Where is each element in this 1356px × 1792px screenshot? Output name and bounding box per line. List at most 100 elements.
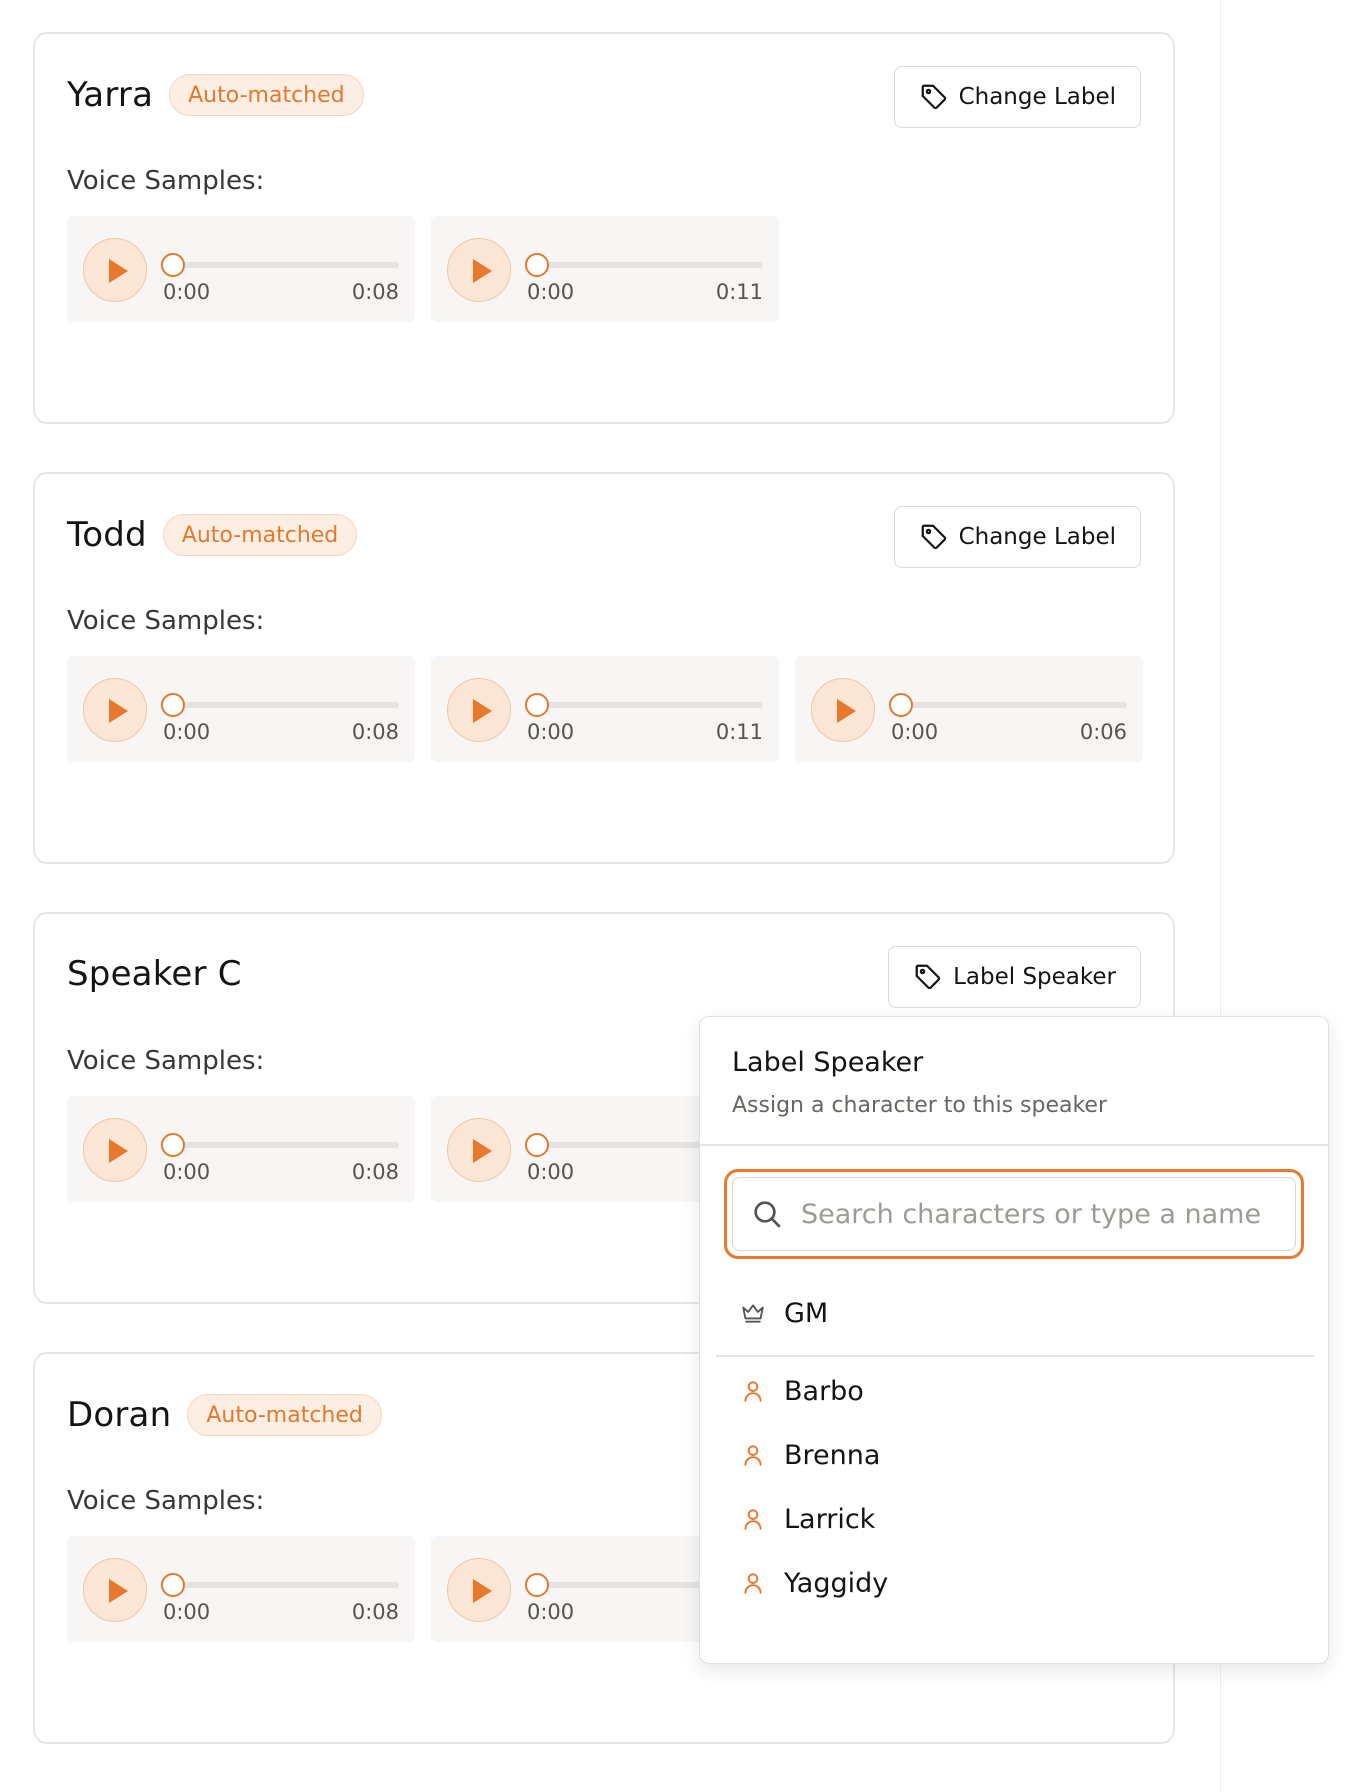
play-button[interactable] <box>447 1118 511 1182</box>
play-button[interactable] <box>83 678 147 742</box>
seek-handle[interactable] <box>889 693 913 717</box>
crown-icon <box>742 1304 764 1323</box>
audio-player: 0:00 0:06 <box>795 656 1143 762</box>
seek-track[interactable] <box>535 262 763 268</box>
seek-handle[interactable] <box>525 693 549 717</box>
label-speaker-popover: Label Speaker Assign a character to this… <box>699 1016 1329 1664</box>
play-button[interactable] <box>811 678 875 742</box>
duration: 0:11 <box>715 280 763 304</box>
seek-handle[interactable] <box>161 693 185 717</box>
option-character[interactable]: Barbo <box>716 1363 1314 1419</box>
popover-subtitle: Assign a character to this speaker <box>732 1093 1107 1118</box>
duration: 0:08 <box>351 280 399 304</box>
audio-player: 0:00 0:08 <box>67 656 415 762</box>
current-time: 0:00 <box>163 720 211 744</box>
button-label: Label Speaker <box>953 964 1116 990</box>
button-label: Change Label <box>958 524 1116 550</box>
voice-samples-label: Voice Samples: <box>67 1486 265 1516</box>
seek-track[interactable] <box>171 1582 399 1588</box>
seek-handle[interactable] <box>525 1573 549 1597</box>
current-time: 0:00 <box>527 1160 575 1184</box>
option-label: Larrick <box>784 1503 876 1535</box>
option-label: Brenna <box>784 1439 881 1471</box>
seek-handle[interactable] <box>161 1573 185 1597</box>
seek-track[interactable] <box>535 702 763 708</box>
audio-player: 0:00 0:08 <box>67 216 415 322</box>
audio-player: 0:00 0:11 <box>431 216 779 322</box>
speaker-card: Todd Auto-matched Change Label Voice Sam… <box>33 472 1175 864</box>
sample-list: 0:00 0:08 0:00 0:11 0:00 0:06 <box>67 656 1143 762</box>
duration: 0:08 <box>351 720 399 744</box>
duration: 0:08 <box>351 1600 399 1624</box>
user-icon <box>744 1573 762 1594</box>
popover-title: Label Speaker <box>732 1047 924 1078</box>
seek-track[interactable] <box>899 702 1127 708</box>
current-time: 0:00 <box>891 720 939 744</box>
current-time: 0:00 <box>163 1600 211 1624</box>
current-time: 0:00 <box>163 1160 211 1184</box>
seek-handle[interactable] <box>525 253 549 277</box>
status-badge: Auto-matched <box>169 74 364 116</box>
speaker-name: Doran <box>67 1395 172 1435</box>
character-search-input[interactable] <box>801 1198 1295 1230</box>
seek-handle[interactable] <box>161 253 185 277</box>
current-time: 0:00 <box>163 280 211 304</box>
speaker-name: Todd <box>67 515 147 555</box>
change-label-button[interactable]: Change Label <box>893 506 1141 568</box>
play-button[interactable] <box>447 238 511 302</box>
seek-handle[interactable] <box>161 1133 185 1157</box>
duration: 0:06 <box>1079 720 1127 744</box>
search-focus-ring <box>724 1169 1304 1259</box>
audio-player: 0:00 0:11 <box>431 656 779 762</box>
tag-icon <box>921 524 946 550</box>
play-button[interactable] <box>83 1558 147 1622</box>
speaker-name: Speaker C <box>67 954 242 994</box>
divider <box>716 1355 1314 1357</box>
sample-list: 0:00 0:08 0:00 <box>67 1536 779 1642</box>
speaker-card: Yarra Auto-matched Change Label Voice Sa… <box>33 32 1175 424</box>
duration: 0:08 <box>351 1160 399 1184</box>
play-button[interactable] <box>447 1558 511 1622</box>
user-icon <box>744 1509 762 1530</box>
seek-track[interactable] <box>171 702 399 708</box>
user-icon <box>744 1381 762 1402</box>
voice-samples-label: Voice Samples: <box>67 606 265 636</box>
audio-player: 0:00 0:08 <box>67 1536 415 1642</box>
audio-player: 0:00 0:08 <box>67 1096 415 1202</box>
label-speaker-button[interactable]: Label Speaker <box>888 946 1141 1008</box>
tag-icon <box>915 964 941 990</box>
voice-samples-label: Voice Samples: <box>67 166 265 196</box>
tag-icon <box>921 84 946 110</box>
option-character[interactable]: Larrick <box>716 1491 1314 1547</box>
status-badge: Auto-matched <box>187 1394 382 1436</box>
option-label: GM <box>784 1297 829 1329</box>
duration: 0:11 <box>715 720 763 744</box>
divider <box>700 1144 1328 1146</box>
option-label: Yaggidy <box>784 1567 889 1599</box>
button-label: Change Label <box>958 84 1116 110</box>
option-label: Barbo <box>784 1375 864 1407</box>
speaker-header: Todd Auto-matched <box>67 514 358 556</box>
option-character[interactable]: Brenna <box>716 1427 1314 1483</box>
user-icon <box>744 1445 762 1466</box>
speaker-header: Yarra Auto-matched <box>67 74 364 116</box>
seek-track[interactable] <box>171 262 399 268</box>
option-gm[interactable]: GM <box>716 1285 1314 1341</box>
play-button[interactable] <box>447 678 511 742</box>
seek-track[interactable] <box>171 1142 399 1148</box>
option-character[interactable]: Yaggidy <box>716 1555 1314 1611</box>
search-icon <box>754 1201 781 1228</box>
current-time: 0:00 <box>527 280 575 304</box>
speaker-name: Yarra <box>67 75 154 115</box>
seek-handle[interactable] <box>525 1133 549 1157</box>
change-label-button[interactable]: Change Label <box>893 66 1141 128</box>
status-badge: Auto-matched <box>162 514 358 556</box>
play-button[interactable] <box>83 238 147 302</box>
play-button[interactable] <box>83 1118 147 1182</box>
speaker-header: Doran Auto-matched <box>67 1394 382 1436</box>
current-time: 0:00 <box>527 720 575 744</box>
sample-list: 0:00 0:08 0:00 <box>67 1096 779 1202</box>
voice-samples-label: Voice Samples: <box>67 1046 265 1076</box>
current-time: 0:00 <box>527 1600 575 1624</box>
speaker-header: Speaker C <box>67 954 242 994</box>
